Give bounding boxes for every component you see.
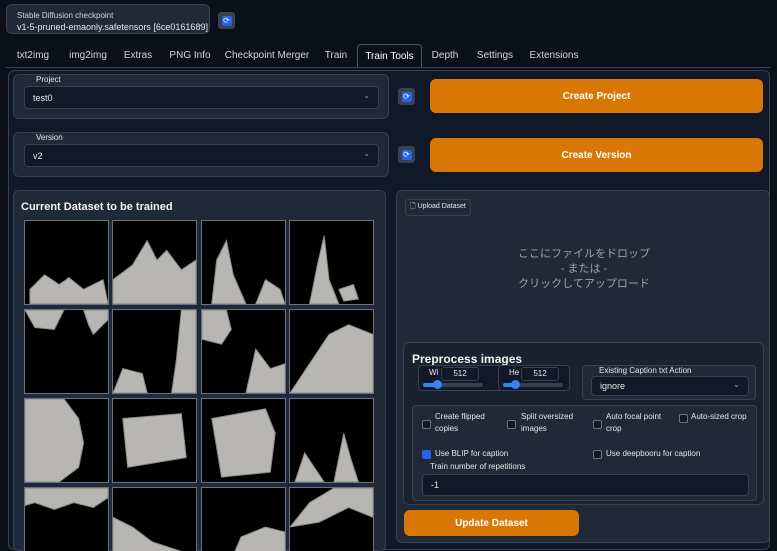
project-value: test0 xyxy=(33,92,53,103)
dataset-thumbnail[interactable] xyxy=(24,398,109,483)
dataset-thumbnail[interactable] xyxy=(289,309,374,394)
project-refresh-button[interactable]: ⟳ xyxy=(398,88,415,105)
tab-checkpoint-merger[interactable]: Checkpoint Merger xyxy=(222,44,312,67)
height-label: He xyxy=(509,368,520,377)
dataset-thumbnail[interactable] xyxy=(201,398,286,483)
dataset-thumbnail[interactable] xyxy=(24,220,109,305)
version-block: Version v2 ⌄ xyxy=(13,132,389,177)
dataset-thumbnail[interactable] xyxy=(24,309,109,394)
dataset-thumbnail[interactable] xyxy=(201,220,286,305)
use-deepbooru-checkbox[interactable] xyxy=(593,450,602,459)
dataset-thumbnail[interactable] xyxy=(289,487,374,551)
dataset-thumbnail[interactable] xyxy=(112,309,197,394)
caption-action-label: Existing Caption txt Action xyxy=(599,366,692,375)
width-label: Wi xyxy=(429,368,439,377)
tab-depth[interactable]: Depth xyxy=(427,44,463,67)
dataset-thumbnail[interactable] xyxy=(289,220,374,305)
tab-txt2img[interactable]: txt2img xyxy=(8,44,58,67)
create-project-button[interactable]: Create Project xyxy=(430,79,763,113)
drop-text-line1: ここにファイルをドロップ xyxy=(518,248,650,260)
tab-extensions[interactable]: Extensions xyxy=(526,44,582,67)
version-value: v2 xyxy=(33,150,43,161)
tab-settings[interactable]: Settings xyxy=(472,44,518,67)
checkpoint-value: v1-5-pruned-emaonly.safetensors [6ce0161… xyxy=(17,22,208,32)
checkpoint-refresh-button[interactable]: ⟳ xyxy=(218,12,235,29)
options-group: Create flipped copies Split oversized im… xyxy=(412,405,757,501)
tab-png-info[interactable]: PNG Info xyxy=(164,44,216,67)
project-dropdown[interactable]: test0 ⌄ xyxy=(24,86,379,109)
refresh-icon: ⟳ xyxy=(221,15,232,26)
dataset-gallery xyxy=(24,220,378,551)
caption-action-dropdown[interactable]: ignore ⌄ xyxy=(591,376,749,396)
use-deepbooru-label: Use deepbooru for caption xyxy=(606,449,701,458)
repetitions-value: -1 xyxy=(431,480,440,490)
project-label: Project xyxy=(32,75,65,84)
tab-train[interactable]: Train xyxy=(320,44,352,67)
checkpoint-dropdown[interactable]: Stable Diffusion checkpoint v1-5-pruned-… xyxy=(6,4,210,34)
repetitions-input[interactable]: -1 xyxy=(422,474,749,496)
split-oversized-label: Split oversized images xyxy=(521,412,574,433)
chevron-down-icon: ⌄ xyxy=(363,149,370,158)
upload-dropzone[interactable]: ここにファイルをドロップ - または - クリックしてアップロード xyxy=(401,195,767,335)
chevron-down-icon: ⌄ xyxy=(363,91,370,100)
height-input[interactable]: 512 xyxy=(521,367,559,381)
dataset-thumbnail[interactable] xyxy=(112,220,197,305)
width-input[interactable]: 512 xyxy=(441,367,479,381)
tab-bar: txt2img img2img Extras PNG Info Checkpoi… xyxy=(6,44,776,67)
split-oversized-checkbox[interactable] xyxy=(507,420,516,429)
version-dropdown[interactable]: v2 ⌄ xyxy=(24,144,379,167)
version-refresh-button[interactable]: ⟳ xyxy=(398,146,415,163)
refresh-icon: ⟳ xyxy=(401,149,412,160)
drop-text-line3: クリックしてアップロード xyxy=(518,278,650,290)
version-label: Version xyxy=(32,133,67,142)
use-blip-label: Use BLIP for caption xyxy=(435,449,509,458)
dataset-thumbnail[interactable] xyxy=(201,487,286,551)
auto-sized-crop-checkbox[interactable] xyxy=(679,414,688,423)
tab-img2img[interactable]: img2img xyxy=(62,44,114,67)
tab-extras[interactable]: Extras xyxy=(118,44,158,67)
dataset-thumbnail[interactable] xyxy=(24,487,109,551)
dataset-thumbnail[interactable] xyxy=(112,487,197,551)
flipped-copies-checkbox[interactable] xyxy=(422,420,431,429)
height-slider-group: He 512 xyxy=(498,365,570,391)
flipped-copies-label: Create flipped copies xyxy=(435,412,485,433)
refresh-icon: ⟳ xyxy=(401,91,412,102)
dataset-thumbnail[interactable] xyxy=(112,398,197,483)
project-block: Project test0 ⌄ xyxy=(13,74,389,119)
auto-focal-crop-label: Auto focal point crop xyxy=(606,412,662,433)
dataset-thumbnail[interactable] xyxy=(201,309,286,394)
auto-sized-crop-label: Auto-sized crop xyxy=(691,412,747,421)
chevron-down-icon: ⌄ xyxy=(197,19,204,28)
tab-divider xyxy=(6,67,770,68)
preprocess-block: Preprocess images Wi 512 He 512 Existing… xyxy=(403,342,764,505)
update-dataset-button[interactable]: Update Dataset xyxy=(404,510,579,536)
drop-text-line2: - または - xyxy=(560,263,608,275)
caption-action-group: Existing Caption txt Action ignore ⌄ xyxy=(582,365,756,400)
preprocess-title: Preprocess images xyxy=(412,352,523,366)
use-blip-checkbox[interactable] xyxy=(422,450,431,459)
chevron-down-icon: ⌄ xyxy=(733,380,740,389)
create-version-button[interactable]: Create Version xyxy=(430,138,763,172)
repetitions-label: Train number of repetitions xyxy=(430,462,526,471)
height-slider-handle[interactable] xyxy=(511,380,520,389)
tab-train-tools[interactable]: Train Tools xyxy=(357,44,422,67)
caption-action-value: ignore xyxy=(600,381,626,391)
checkpoint-label: Stable Diffusion checkpoint xyxy=(17,11,114,20)
width-slider-group: Wi 512 xyxy=(418,365,504,391)
auto-focal-crop-checkbox[interactable] xyxy=(593,420,602,429)
gallery-title: Current Dataset to be trained xyxy=(21,201,173,213)
width-slider-handle[interactable] xyxy=(433,380,442,389)
dataset-thumbnail[interactable] xyxy=(289,398,374,483)
